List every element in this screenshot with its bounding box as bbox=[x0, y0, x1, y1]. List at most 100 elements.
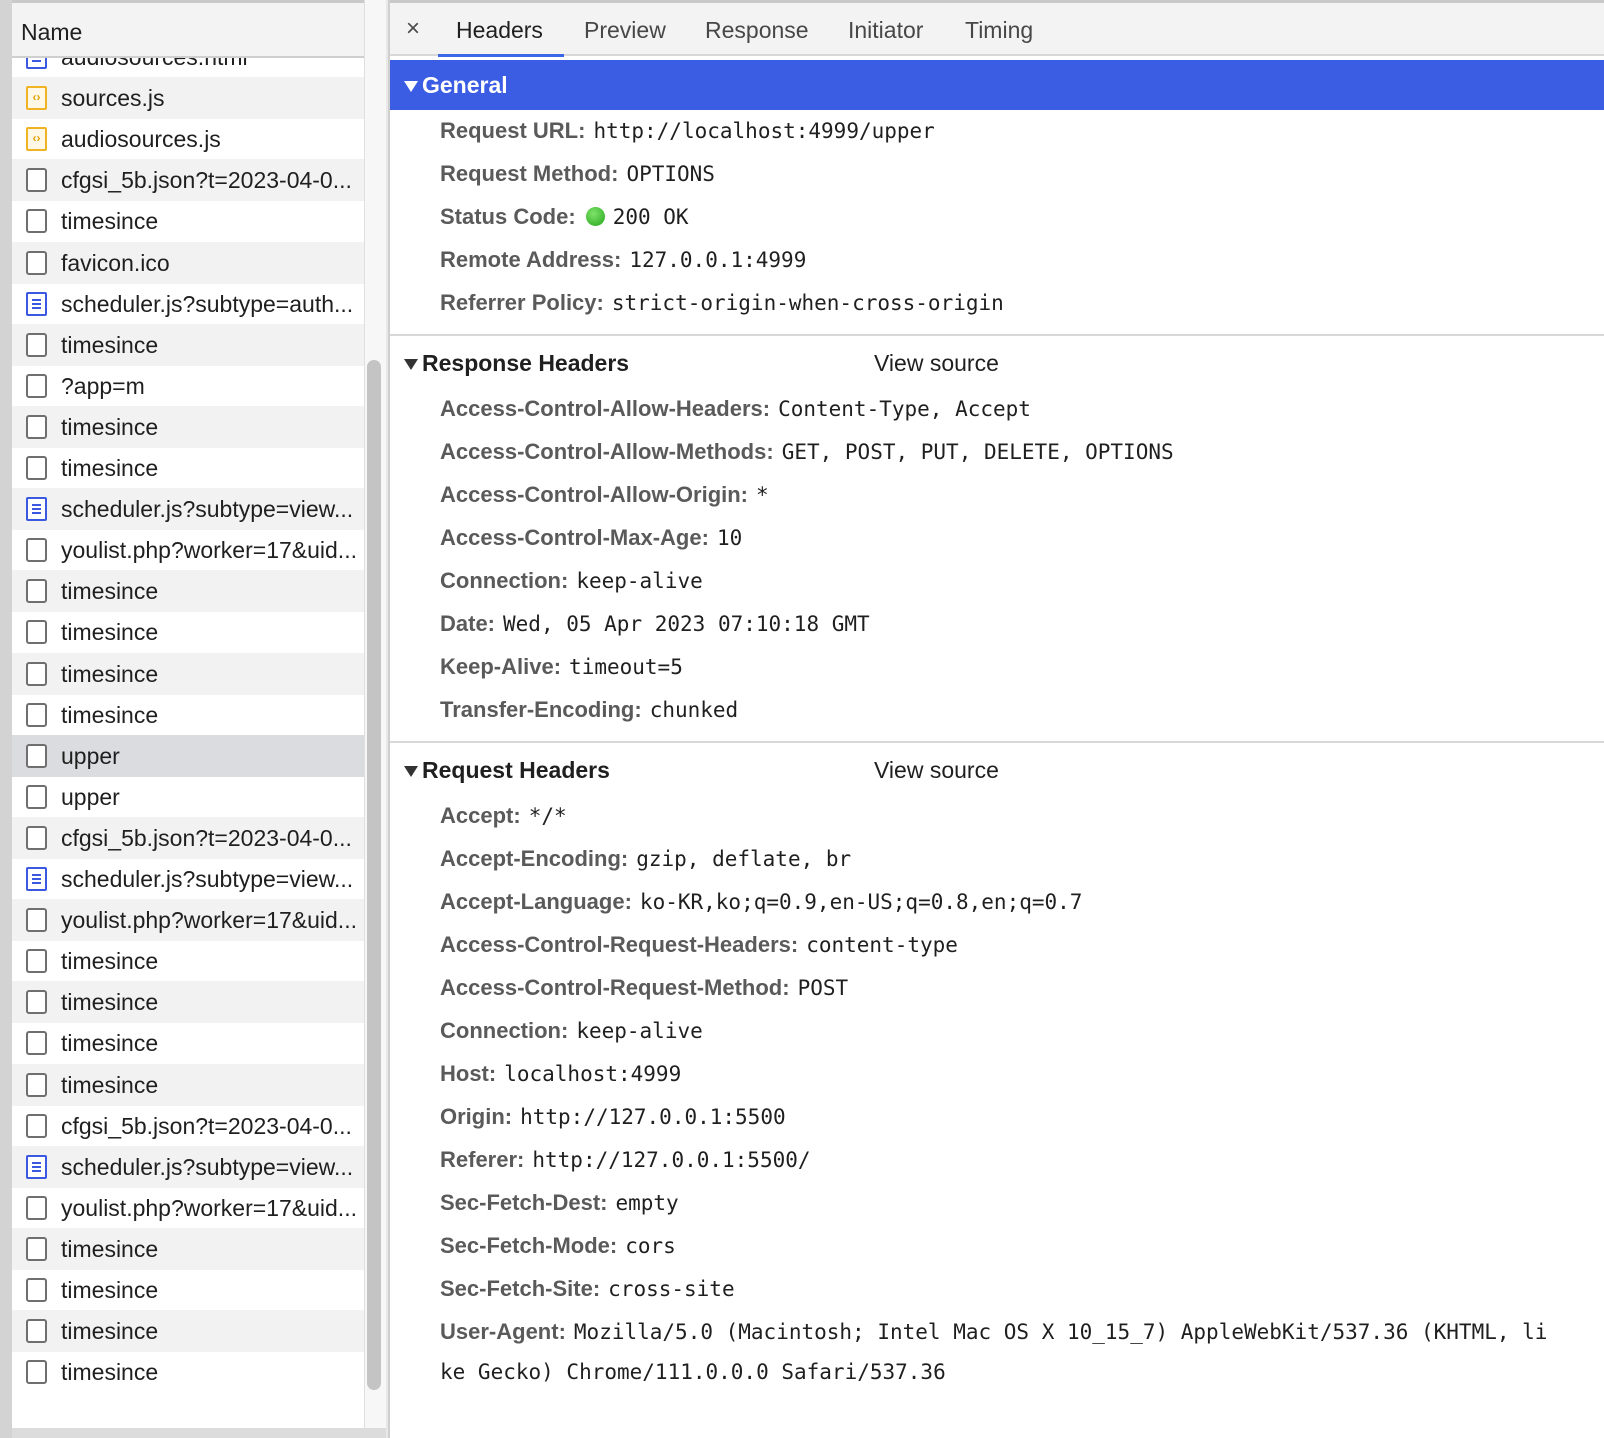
header-row: Connection: keep-alive bbox=[440, 568, 703, 606]
blank-file-icon bbox=[26, 620, 47, 645]
request-row[interactable]: scheduler.js?subtype=view... bbox=[12, 1145, 364, 1188]
blank-file-icon bbox=[26, 373, 47, 398]
general-section-toggle[interactable]: General bbox=[390, 60, 1604, 110]
request-row[interactable]: timesince bbox=[12, 981, 364, 1024]
request-list-scrollbar-thumb[interactable] bbox=[367, 360, 381, 1390]
active-tab-indicator bbox=[438, 54, 564, 57]
collapse-triangle-icon bbox=[404, 766, 418, 777]
header-key: Connection: bbox=[440, 1018, 569, 1043]
request-row[interactable]: scheduler.js?subtype=view... bbox=[12, 488, 364, 531]
blank-file-icon bbox=[26, 168, 47, 193]
header-row: Date: Wed, 05 Apr 2023 07:10:18 GMT bbox=[440, 611, 870, 649]
header-value: keep-alive bbox=[576, 569, 703, 593]
request-name: timesince bbox=[61, 1071, 159, 1098]
header-key: User-Agent: bbox=[440, 1319, 566, 1344]
request-row[interactable]: timesince bbox=[12, 1310, 364, 1353]
request-row[interactable]: cfgsi_5b.json?t=2023-04-0... bbox=[12, 159, 364, 202]
request-row[interactable]: favicon.ico bbox=[12, 241, 364, 284]
header-key: Date: bbox=[440, 611, 496, 636]
tab-preview[interactable]: Preview bbox=[584, 17, 666, 44]
request-row[interactable]: timesince bbox=[12, 1351, 364, 1393]
request-row[interactable]: ?app=m bbox=[12, 365, 364, 407]
request-row[interactable]: timesince bbox=[12, 694, 364, 736]
request-name: favicon.ico bbox=[61, 249, 170, 276]
request-row[interactable]: timesince bbox=[12, 570, 364, 613]
header-value: Wed, 05 Apr 2023 07:10:18 GMT bbox=[503, 612, 870, 636]
name-column-header[interactable]: Name bbox=[12, 0, 364, 58]
request-name: cfgsi_5b.json?t=2023-04-0... bbox=[61, 824, 352, 851]
header-key: Referer: bbox=[440, 1147, 525, 1172]
collapse-triangle-icon bbox=[404, 81, 418, 92]
request-row[interactable]: timesince bbox=[12, 1022, 364, 1064]
header-row: Sec-Fetch-Dest: empty bbox=[440, 1190, 679, 1228]
request-row[interactable]: timesince bbox=[12, 1063, 364, 1106]
blank-file-icon bbox=[26, 1360, 47, 1385]
document-icon bbox=[26, 291, 47, 316]
blank-file-icon bbox=[26, 538, 47, 563]
request-row[interactable]: youlist.php?worker=17&uid... bbox=[12, 899, 364, 942]
blank-file-icon bbox=[26, 825, 47, 850]
header-value: */* bbox=[528, 804, 567, 828]
header-value: http://127.0.0.1:5500/ bbox=[532, 1148, 811, 1172]
general-section-title: General bbox=[422, 72, 508, 98]
request-headers-title: Request Headers bbox=[422, 757, 610, 783]
request-row[interactable]: scheduler.js?subtype=view... bbox=[12, 858, 364, 900]
request-row[interactable]: audiosources.html bbox=[12, 58, 364, 78]
request-row[interactable]: youlist.php?worker=17&uid... bbox=[12, 529, 364, 571]
header-value: cross-site bbox=[608, 1277, 735, 1301]
tab-initiator[interactable]: Initiator bbox=[848, 17, 923, 44]
request-row[interactable]: timesince bbox=[12, 652, 364, 695]
header-row: Transfer-Encoding: chunked bbox=[440, 697, 738, 735]
request-row[interactable]: timesince bbox=[12, 323, 364, 366]
request-name: timesince bbox=[61, 660, 159, 687]
header-value: gzip, deflate, br bbox=[636, 847, 852, 871]
referrer-policy-key: Referrer Policy: bbox=[440, 290, 604, 315]
blank-file-icon bbox=[26, 579, 47, 604]
user-agent-value-continued: ke Gecko) Chrome/111.0.0.0 Safari/537.36 bbox=[440, 1360, 946, 1384]
blank-file-icon bbox=[26, 1031, 47, 1056]
request-row[interactable]: timesince bbox=[12, 611, 364, 653]
tab-response[interactable]: Response bbox=[705, 17, 809, 44]
header-row: Origin: http://127.0.0.1:5500 bbox=[440, 1104, 786, 1142]
user-agent-wrap-row: ke Gecko) Chrome/111.0.0.0 Safari/537.36 bbox=[440, 1360, 946, 1398]
header-row: Access-Control-Allow-Origin: * bbox=[440, 482, 769, 520]
request-row[interactable]: cfgsi_5b.json?t=2023-04-0... bbox=[12, 1105, 364, 1147]
request-row[interactable]: cfgsi_5b.json?t=2023-04-0... bbox=[12, 816, 364, 859]
collapse-triangle-icon bbox=[404, 359, 418, 370]
request-headers-section-toggle[interactable]: Request Headers View source bbox=[390, 745, 1604, 795]
close-icon[interactable]: × bbox=[406, 15, 420, 43]
header-key: Transfer-Encoding: bbox=[440, 697, 642, 722]
response-headers-section-toggle[interactable]: Response Headers View source bbox=[390, 338, 1604, 388]
request-name: timesince bbox=[61, 1359, 159, 1386]
request-name: timesince bbox=[61, 331, 159, 358]
request-row[interactable]: timesince bbox=[12, 200, 364, 242]
general-remote-row: Remote Address: 127.0.0.1:4999 bbox=[440, 247, 806, 285]
request-method-value: OPTIONS bbox=[626, 162, 715, 186]
request-row[interactable]: ‹› audiosources.js bbox=[12, 118, 364, 160]
header-value: cors bbox=[625, 1234, 676, 1258]
request-row[interactable]: timesince bbox=[12, 1227, 364, 1270]
request-method-key: Request Method: bbox=[440, 161, 619, 186]
request-name: timesince bbox=[61, 1235, 159, 1262]
request-row[interactable]: timesince bbox=[12, 940, 364, 982]
request-row[interactable]: timesince bbox=[12, 405, 364, 448]
tab-headers[interactable]: Headers bbox=[456, 17, 543, 44]
request-row[interactable]: upper bbox=[12, 734, 364, 777]
request-row[interactable]: upper bbox=[12, 776, 364, 818]
request-row[interactable]: ‹› sources.js bbox=[12, 77, 364, 120]
request-row[interactable]: timesince bbox=[12, 1269, 364, 1311]
header-row: User-Agent: Mozilla/5.0 (Macintosh; Intel… bbox=[440, 1319, 1547, 1357]
referrer-policy-value: strict-origin-when-cross-origin bbox=[611, 291, 1004, 315]
blank-file-icon bbox=[26, 1195, 47, 1220]
request-row[interactable]: youlist.php?worker=17&uid... bbox=[12, 1187, 364, 1229]
blank-file-icon bbox=[26, 1319, 47, 1344]
request-view-source-link[interactable]: View source bbox=[874, 757, 999, 784]
request-row[interactable]: scheduler.js?subtype=auth... bbox=[12, 283, 364, 325]
tab-timing[interactable]: Timing bbox=[965, 17, 1033, 44]
general-status-row: Status Code: 200 OK bbox=[440, 204, 689, 242]
response-view-source-link[interactable]: View source bbox=[874, 350, 999, 377]
request-name: youlist.php?worker=17&uid... bbox=[61, 1194, 357, 1221]
request-row[interactable]: timesince bbox=[12, 447, 364, 489]
request-name: timesince bbox=[61, 948, 159, 975]
request-name: timesince bbox=[61, 208, 159, 235]
